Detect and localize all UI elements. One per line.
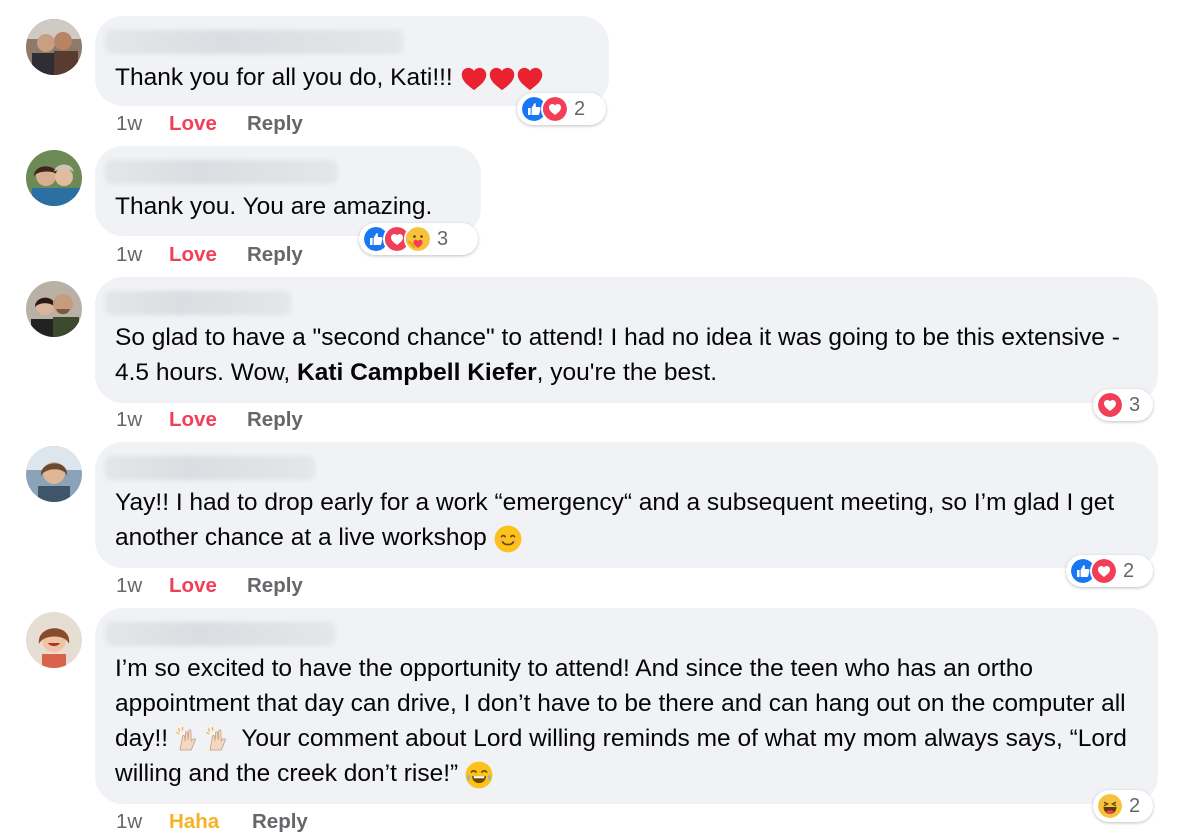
raising-hands-icon [205, 725, 235, 755]
reaction-summary[interactable]: 3 [1093, 389, 1153, 421]
love-icon [1096, 391, 1124, 419]
haha-icon [1096, 792, 1124, 820]
timestamp[interactable]: 1w [116, 112, 142, 136]
red-heart-icon [488, 65, 516, 93]
red-heart-icon [516, 65, 544, 93]
timestamp[interactable]: 1w [116, 810, 142, 834]
comment-bubble: Yay!! I had to drop early for a work “em… [95, 442, 1158, 568]
commenter-avatar[interactable] [26, 19, 82, 75]
smiling-face-icon [494, 525, 522, 553]
red-heart-icon [460, 65, 488, 93]
reaction-summary[interactable]: 3 [359, 223, 478, 255]
comment-text: Thank you. You are amazing. [115, 193, 433, 220]
reaction-count: 2 [574, 97, 586, 120]
love-reaction-button[interactable]: Love [169, 574, 217, 598]
commenter-name-blurred[interactable] [105, 622, 335, 646]
reply-button[interactable]: Reply [247, 574, 303, 598]
reply-button[interactable]: Reply [252, 810, 308, 834]
mention-link[interactable]: Kati Campbell Kiefer [297, 359, 537, 386]
reaction-summary[interactable]: 2 [1093, 790, 1153, 822]
timestamp[interactable]: 1w [116, 243, 142, 267]
reaction-count: 3 [1129, 393, 1141, 416]
commenter-name-blurred[interactable] [105, 456, 315, 480]
reaction-summary[interactable]: 2 [517, 93, 606, 125]
comment-bubble: So glad to have a "second chance" to att… [95, 277, 1158, 403]
reply-button[interactable]: Reply [247, 112, 303, 136]
commenter-avatar[interactable] [26, 446, 82, 502]
tears-of-joy-icon [465, 761, 493, 789]
reaction-summary[interactable]: 2 [1066, 555, 1153, 587]
haha-reaction-button[interactable]: Haha [169, 810, 219, 834]
commenter-name-blurred[interactable] [105, 291, 291, 315]
commenter-avatar[interactable] [26, 150, 82, 206]
comment-text: Thank you for all you do, Kati!!! [115, 60, 587, 95]
reply-button[interactable]: Reply [247, 243, 303, 267]
love-icon [1090, 557, 1118, 585]
commenter-avatar[interactable] [26, 612, 82, 668]
love-icon [541, 95, 569, 123]
commenter-avatar[interactable] [26, 281, 82, 337]
timestamp[interactable]: 1w [116, 574, 142, 598]
love-reaction-button[interactable]: Love [169, 112, 217, 136]
care-icon [404, 225, 432, 253]
commenter-name-blurred[interactable] [105, 30, 403, 54]
commenter-name-blurred[interactable] [105, 160, 337, 184]
comment-text: I’m so excited to have the opportunity t… [115, 655, 1127, 789]
reaction-count: 3 [437, 227, 449, 250]
reaction-count: 2 [1129, 794, 1141, 817]
comment-text: Yay!! I had to drop early for a work “em… [115, 489, 1115, 553]
love-reaction-button[interactable]: Love [169, 408, 217, 432]
love-reaction-button[interactable]: Love [169, 243, 217, 267]
reaction-count: 2 [1123, 559, 1135, 582]
reply-button[interactable]: Reply [247, 408, 303, 432]
comment-text: So glad to have a "second chance" to att… [115, 324, 1120, 386]
comment-bubble: I’m so excited to have the opportunity t… [95, 608, 1158, 804]
raising-hands-icon [175, 725, 205, 755]
timestamp[interactable]: 1w [116, 408, 142, 432]
